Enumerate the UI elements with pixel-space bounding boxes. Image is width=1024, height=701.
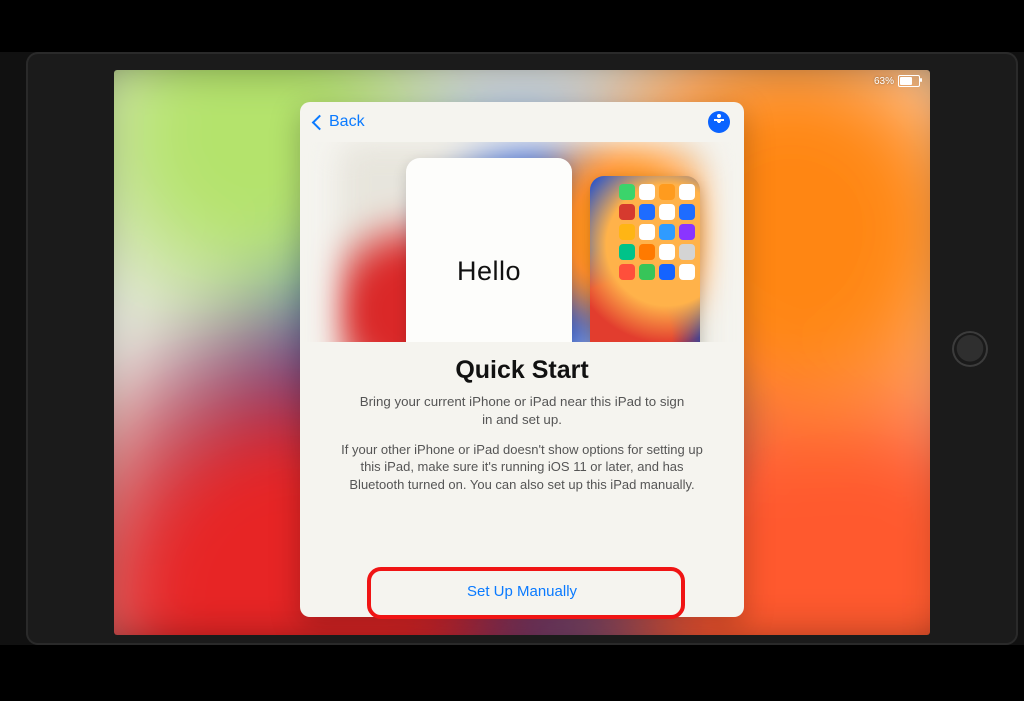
battery-percent: 63% — [874, 76, 894, 87]
modal-header: Back — [300, 102, 744, 142]
app-icon — [619, 184, 635, 200]
app-icon-grid — [619, 184, 695, 280]
chevron-left-icon — [312, 114, 328, 130]
app-icon — [619, 224, 635, 240]
app-icon — [659, 184, 675, 200]
app-icon — [639, 224, 655, 240]
hello-text: Hello — [457, 256, 521, 342]
homescreen-card — [590, 176, 700, 342]
battery-indicator: 63% — [874, 75, 920, 87]
modal-content: Quick Start Bring your current iPhone or… — [300, 342, 744, 569]
detail-text: If your other iPhone or iPad doesn't sho… — [334, 441, 710, 494]
app-icon — [679, 264, 695, 280]
quick-start-modal: Back Hello Quick Start Bring your curren — [300, 102, 744, 617]
app-icon — [639, 244, 655, 260]
ipad-screen: 63% Back Hello — [114, 70, 930, 635]
app-icon — [639, 184, 655, 200]
ipad-bezel: 63% Back Hello — [26, 52, 1018, 645]
back-button[interactable]: Back — [314, 113, 365, 131]
app-icon — [619, 264, 635, 280]
app-icon — [659, 264, 675, 280]
app-icon — [659, 244, 675, 260]
app-icon — [619, 244, 635, 260]
app-icon — [679, 184, 695, 200]
app-icon — [679, 244, 695, 260]
hero-illustration: Hello — [300, 142, 744, 342]
back-label: Back — [329, 113, 365, 131]
intro-text: Bring your current iPhone or iPad near t… — [358, 393, 686, 429]
photo-frame: 63% Back Hello — [0, 52, 1024, 645]
status-bar: 63% — [114, 70, 930, 91]
set-up-manually-button[interactable]: Set Up Manually — [467, 583, 577, 600]
page-title: Quick Start — [455, 356, 588, 385]
app-icon — [639, 264, 655, 280]
hello-card: Hello — [406, 158, 572, 342]
app-icon — [639, 204, 655, 220]
modal-footer: Set Up Manually — [300, 569, 744, 617]
app-icon — [679, 224, 695, 240]
app-icon — [659, 224, 675, 240]
app-icon — [659, 204, 675, 220]
app-icon — [619, 204, 635, 220]
accessibility-icon[interactable] — [708, 111, 730, 133]
app-icon — [679, 204, 695, 220]
home-button[interactable] — [952, 331, 988, 367]
